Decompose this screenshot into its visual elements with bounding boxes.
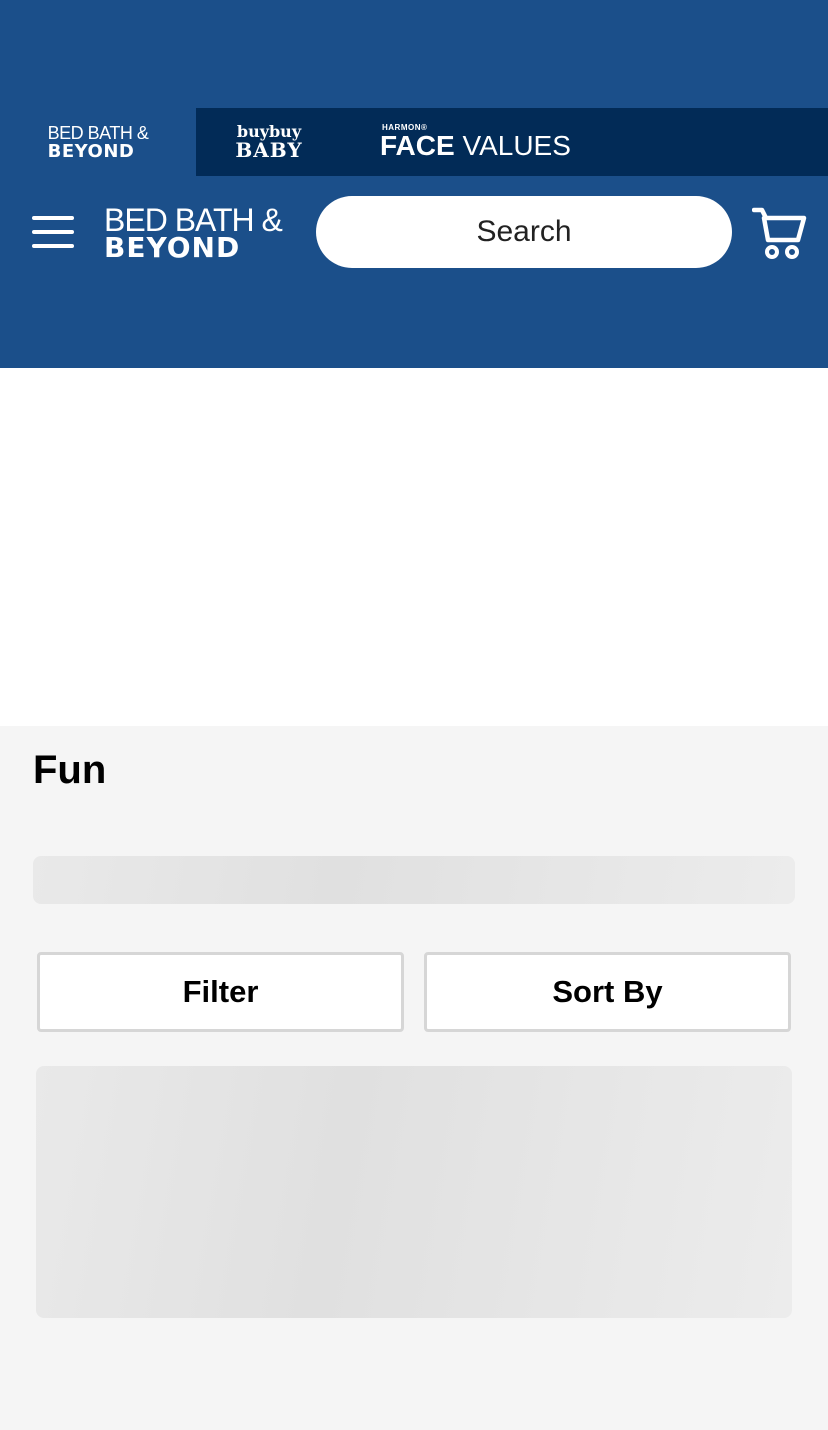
sort-by-button[interactable]: Sort By bbox=[424, 952, 791, 1032]
site-logo-bottom-text: BEYOND bbox=[104, 231, 241, 264]
page-title: Fun bbox=[33, 748, 107, 792]
brand-tab-harmon-face-values[interactable]: HARMON® FACE VALUES bbox=[342, 108, 592, 176]
loading-placeholder-bar bbox=[33, 856, 795, 904]
bed-bath-beyond-brand-logo: BED BATH & BEYOND bbox=[48, 124, 149, 161]
brand-tab-bed-bath-beyond[interactable]: BED BATH & BEYOND bbox=[0, 108, 196, 176]
brand-switcher-bar: BED BATH & BEYOND buybuy BABY HARMON® FA… bbox=[0, 108, 828, 176]
brand-tab-buybuy-baby[interactable]: buybuy BABY bbox=[196, 108, 342, 176]
harmon-face-values-brand-logo: HARMON® FACE VALUES bbox=[380, 124, 571, 160]
brand-logo-bottom-text: BABY bbox=[235, 138, 303, 162]
shopping-cart-icon[interactable] bbox=[752, 206, 808, 260]
menu-line bbox=[32, 244, 74, 248]
brand-logo-bottom-text: BEYOND bbox=[47, 140, 135, 162]
values-text: VALUES bbox=[462, 130, 571, 161]
menu-line bbox=[32, 230, 74, 234]
loading-placeholder-card bbox=[36, 1066, 792, 1318]
hamburger-menu-icon[interactable] bbox=[32, 216, 74, 250]
brand-logo-bottom-text: FACE VALUES bbox=[380, 132, 571, 160]
promo-banner-area bbox=[0, 368, 828, 726]
brand-logo-top-text: BED BATH & bbox=[47, 122, 149, 143]
site-header: BED BATH & BEYOND buybuy BABY HARMON® FA… bbox=[0, 0, 828, 368]
search-input[interactable] bbox=[316, 196, 732, 268]
face-text: FACE bbox=[380, 130, 455, 161]
filter-button[interactable]: Filter bbox=[37, 952, 404, 1032]
buybuy-baby-brand-logo: buybuy BABY bbox=[235, 124, 303, 162]
site-logo[interactable]: BED BATH & BEYOND bbox=[104, 204, 283, 264]
menu-line bbox=[32, 216, 74, 220]
